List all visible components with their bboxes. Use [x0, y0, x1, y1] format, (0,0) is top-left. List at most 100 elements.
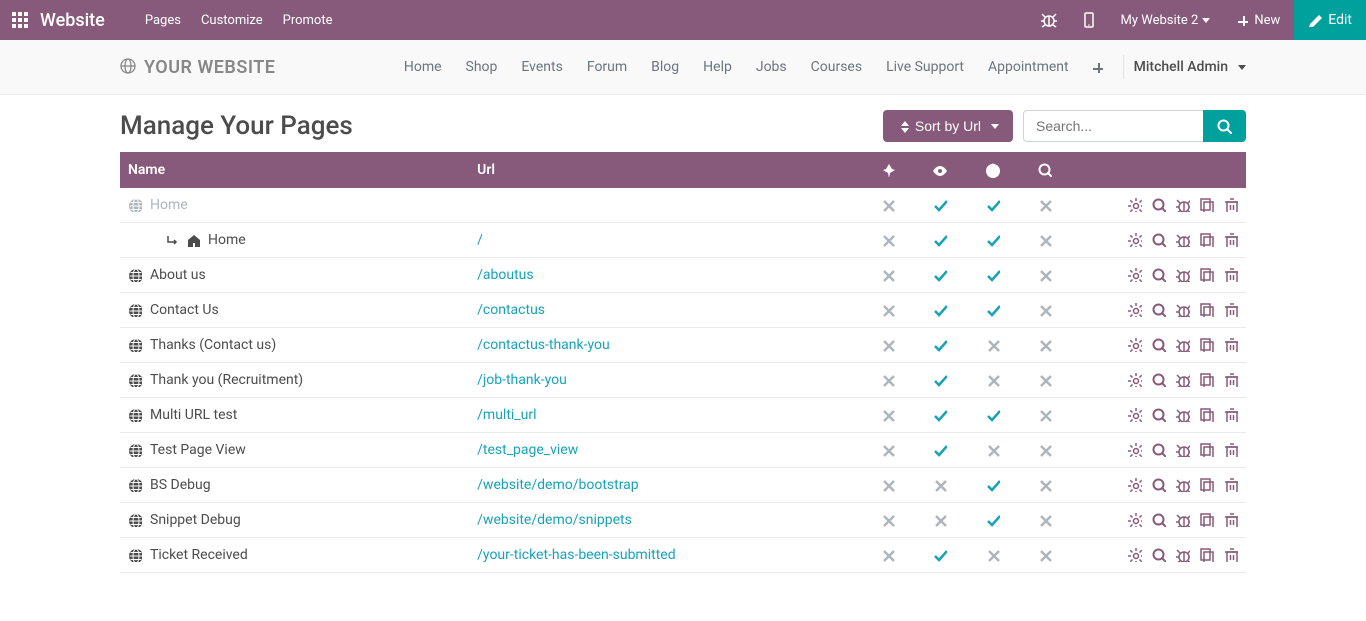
menu-customize[interactable]: Customize [191, 13, 273, 28]
nav-blog[interactable]: Blog [639, 59, 691, 75]
bug-icon[interactable] [1176, 477, 1190, 493]
eye-icon [932, 163, 948, 177]
settings-icon[interactable] [1128, 302, 1142, 318]
page-url-link[interactable]: /multi_url [477, 407, 536, 423]
page-url-link[interactable]: /contactus [477, 302, 545, 318]
user-menu[interactable]: Mitchell Admin [1134, 59, 1246, 75]
search-icon[interactable] [1152, 442, 1166, 458]
clone-icon[interactable] [1200, 372, 1214, 388]
bug-icon[interactable] [1176, 197, 1190, 213]
site-logo[interactable]: YOUR WEBSITE [120, 57, 275, 78]
page-url-link[interactable]: /contactus-thank-you [477, 337, 610, 353]
page-url-link[interactable]: /your-ticket-has-been-submitted [477, 547, 675, 563]
search-icon[interactable] [1152, 547, 1166, 563]
nav-appointment[interactable]: Appointment [976, 59, 1081, 75]
delete-icon[interactable] [1224, 547, 1238, 563]
delete-icon[interactable] [1224, 372, 1238, 388]
bug-icon[interactable] [1176, 372, 1190, 388]
page-url-link[interactable]: /website/demo/bootstrap [477, 477, 639, 493]
clone-icon[interactable] [1200, 337, 1214, 353]
bug-icon[interactable] [1176, 442, 1190, 458]
search-icon[interactable] [1152, 232, 1166, 248]
bug-icon[interactable] [1176, 512, 1190, 528]
bug-icon[interactable] [1176, 407, 1190, 423]
nav-events[interactable]: Events [509, 59, 574, 75]
nav-courses[interactable]: Courses [799, 59, 874, 75]
search-icon[interactable] [1152, 407, 1166, 423]
col-visible[interactable] [914, 152, 966, 188]
settings-icon[interactable] [1128, 547, 1142, 563]
clone-icon[interactable] [1200, 407, 1214, 423]
delete-icon[interactable] [1224, 442, 1238, 458]
x-icon [986, 337, 1000, 353]
settings-icon[interactable] [1128, 232, 1142, 248]
clone-icon[interactable] [1200, 197, 1214, 213]
settings-icon[interactable] [1128, 442, 1142, 458]
clone-icon[interactable] [1200, 267, 1214, 283]
delete-icon[interactable] [1224, 267, 1238, 283]
bug-icon[interactable] [1176, 547, 1190, 563]
new-button[interactable]: New [1222, 0, 1294, 40]
website-selector[interactable]: My Website 2 [1109, 0, 1223, 40]
nav-live-support[interactable]: Live Support [874, 59, 976, 75]
bug-icon[interactable] [1176, 267, 1190, 283]
col-indexed[interactable] [1019, 152, 1071, 188]
delete-icon[interactable] [1224, 407, 1238, 423]
page-url-link[interactable]: / [477, 232, 483, 248]
mobile-preview-icon[interactable] [1069, 0, 1109, 40]
delete-icon[interactable] [1224, 232, 1238, 248]
edit-button[interactable]: Edit [1294, 0, 1366, 40]
search-icon[interactable] [1152, 302, 1166, 318]
col-url[interactable]: Url [469, 152, 862, 188]
col-pin[interactable] [862, 152, 914, 188]
search-icon[interactable] [1152, 372, 1166, 388]
clone-icon[interactable] [1200, 547, 1214, 563]
col-name[interactable]: Name [120, 152, 469, 188]
settings-icon[interactable] [1128, 512, 1142, 528]
delete-icon[interactable] [1224, 197, 1238, 213]
clone-icon[interactable] [1200, 232, 1214, 248]
menu-promote[interactable]: Promote [273, 13, 343, 28]
settings-icon[interactable] [1128, 337, 1142, 353]
page-url-link[interactable]: /job-thank-you [477, 372, 567, 388]
delete-icon[interactable] [1224, 302, 1238, 318]
nav-shop[interactable]: Shop [454, 59, 510, 75]
search-icon[interactable] [1152, 512, 1166, 528]
delete-icon[interactable] [1224, 337, 1238, 353]
search-icon[interactable] [1152, 337, 1166, 353]
clone-icon[interactable] [1200, 477, 1214, 493]
clone-icon[interactable] [1200, 512, 1214, 528]
delete-icon[interactable] [1224, 477, 1238, 493]
nav-help[interactable]: Help [691, 59, 744, 75]
settings-icon[interactable] [1128, 372, 1142, 388]
page-url-link[interactable]: /test_page_view [477, 442, 578, 458]
settings-icon[interactable] [1128, 267, 1142, 283]
page-url-link[interactable]: /aboutus [477, 267, 533, 283]
clone-icon[interactable] [1200, 442, 1214, 458]
x-icon [986, 547, 1000, 563]
search-button[interactable] [1203, 110, 1246, 142]
col-public[interactable] [967, 152, 1019, 188]
settings-icon[interactable] [1128, 197, 1142, 213]
search-icon[interactable] [1152, 197, 1166, 213]
search-input[interactable] [1023, 110, 1203, 142]
settings-icon[interactable] [1128, 407, 1142, 423]
clone-icon[interactable] [1200, 302, 1214, 318]
search-icon[interactable] [1152, 267, 1166, 283]
sort-button[interactable]: Sort by Url [883, 110, 1013, 142]
settings-icon[interactable] [1128, 477, 1142, 493]
add-menu-icon[interactable] [1081, 59, 1113, 75]
bug-icon[interactable] [1176, 337, 1190, 353]
app-brand[interactable]: Website [40, 10, 135, 31]
nav-home[interactable]: Home [392, 59, 454, 75]
page-url-link[interactable]: /website/demo/snippets [477, 512, 632, 528]
apps-menu-icon[interactable] [0, 12, 40, 28]
menu-pages[interactable]: Pages [135, 13, 191, 28]
search-icon[interactable] [1152, 477, 1166, 493]
bug-icon[interactable] [1176, 302, 1190, 318]
nav-forum[interactable]: Forum [575, 59, 639, 75]
nav-jobs[interactable]: Jobs [744, 59, 799, 75]
debug-icon[interactable] [1029, 0, 1069, 40]
delete-icon[interactable] [1224, 512, 1238, 528]
bug-icon[interactable] [1176, 232, 1190, 248]
